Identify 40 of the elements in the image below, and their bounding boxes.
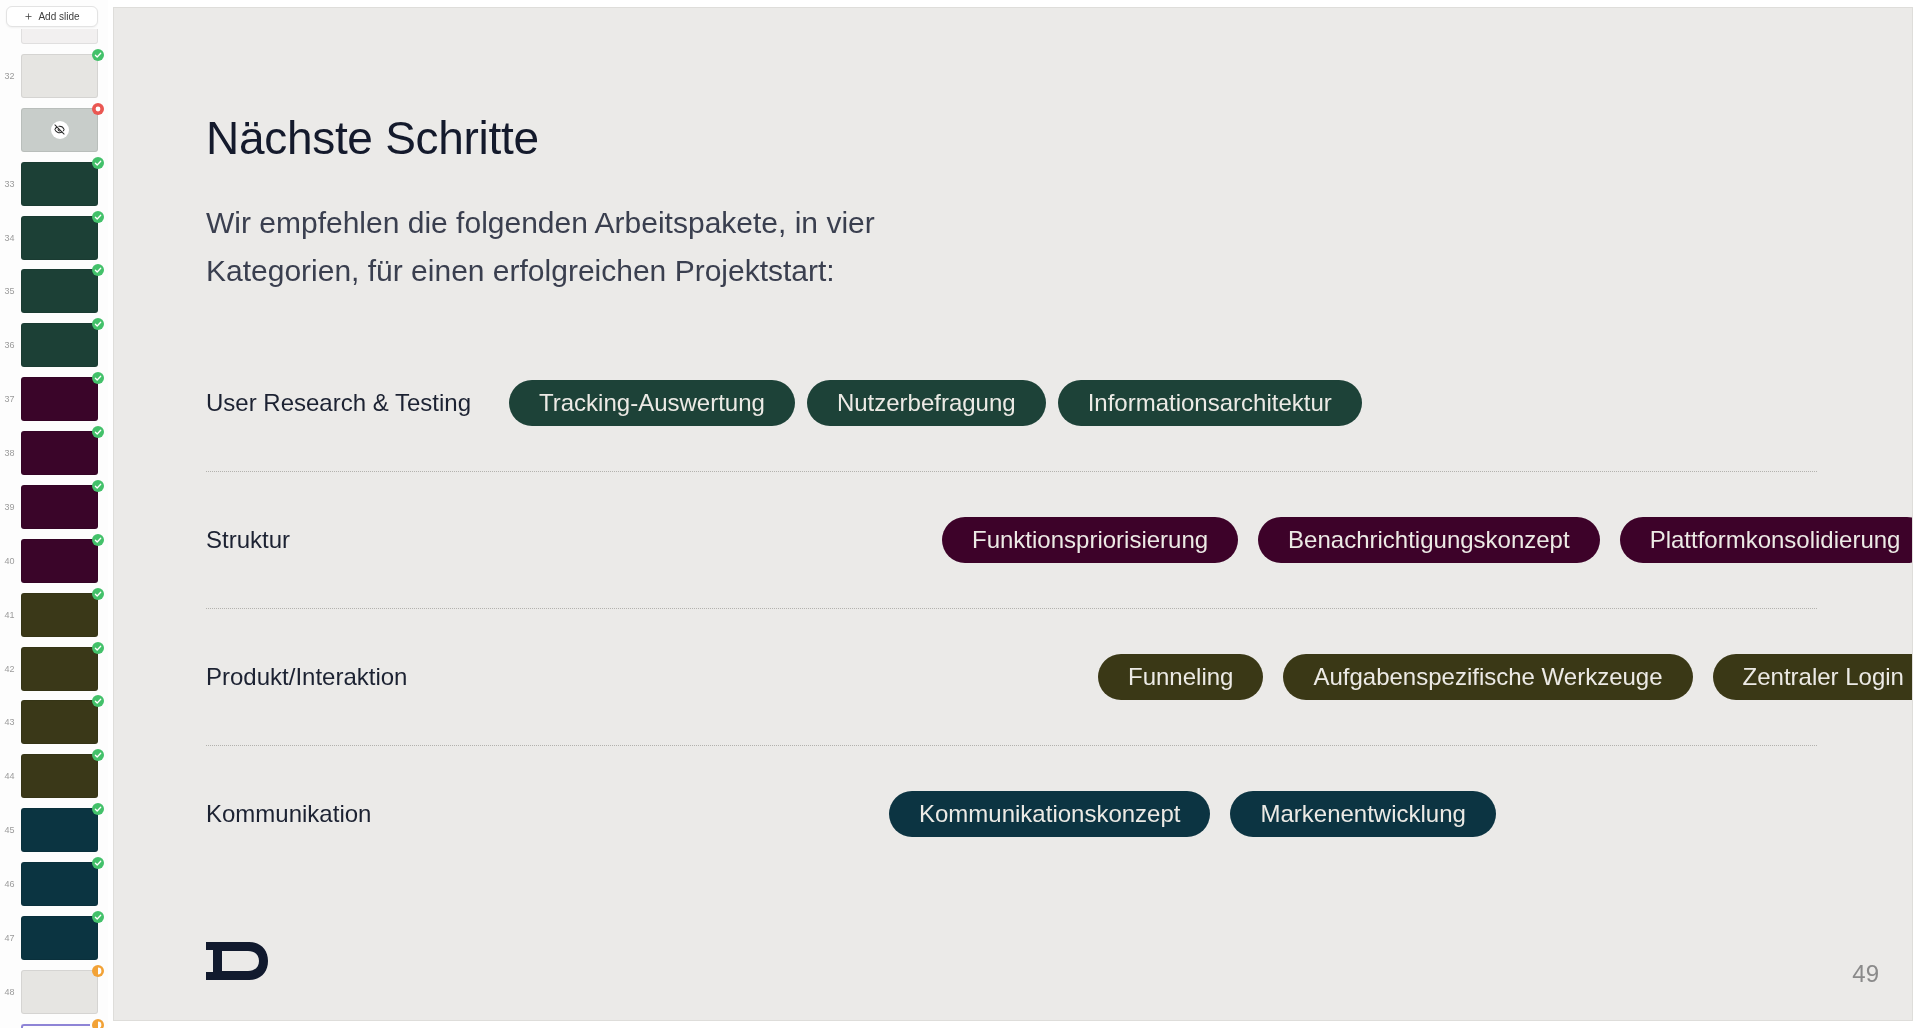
slide-number: 46 [4,879,15,889]
slide-number: 42 [4,663,15,674]
work-package-pill: Kommunikationskonzept [889,791,1211,837]
slide-intro-text: Wir empfehlen die folgenden Arbeitspakete, in vier Kategorien, für einen erfolgreichen Projektstart: [206,205,876,289]
category-label: Kommunikation [206,800,372,828]
work-package-pill: Benachrichtigungskonzept [1258,517,1600,563]
category-label: Produkt/Interaktion [206,663,408,691]
page-number: 49 [1852,962,1879,986]
work-package-pill: Zentraler Login [1712,654,1912,700]
slide-number: 45 [4,825,15,836]
slide-thumbnail[interactable] [21,1023,90,1028]
slide-number: 43 [4,717,15,728]
slide-number: 39 [4,501,15,512]
slide-number: 48 [4,986,15,997]
slide-number: 36 [4,340,15,351]
work-package-pill: Funktionspriorisierung [942,517,1239,563]
slide-number: 41 [4,609,15,620]
category-label: User Research & Testing [206,389,471,417]
slide-number: 34 [4,232,15,243]
slide-number: 35 [4,286,15,297]
work-package-pill: Plattformkonsolidierung [1619,517,1912,563]
slide-number: 40 [4,555,15,566]
slide-number: 38 [4,448,15,458]
add-slide-button[interactable]: Add slide [6,6,98,27]
logo-icon [206,942,268,980]
slide-title: Nächste Schritte [206,111,539,166]
work-package-pill: Informationsarchitektur [1057,380,1362,426]
category-label: Struktur [206,526,291,554]
work-package-pill: Aufgabenspezifische Werkzeuge [1283,654,1693,700]
plus-icon [24,12,34,21]
eye-slash-icon [50,120,69,139]
slide-number: 37 [4,394,15,405]
slide-number: 33 [4,178,15,189]
work-package-pill: Tracking-Auswertung [509,380,795,426]
work-package-pill: Markenentwicklung [1230,791,1496,837]
work-package-pill: Nutzerbefragung [806,380,1046,426]
slide-number: 32 [4,70,15,81]
slide-number: 44 [4,771,15,782]
work-package-pill: Funneling [1098,654,1264,700]
slide-number: 47 [4,932,15,943]
